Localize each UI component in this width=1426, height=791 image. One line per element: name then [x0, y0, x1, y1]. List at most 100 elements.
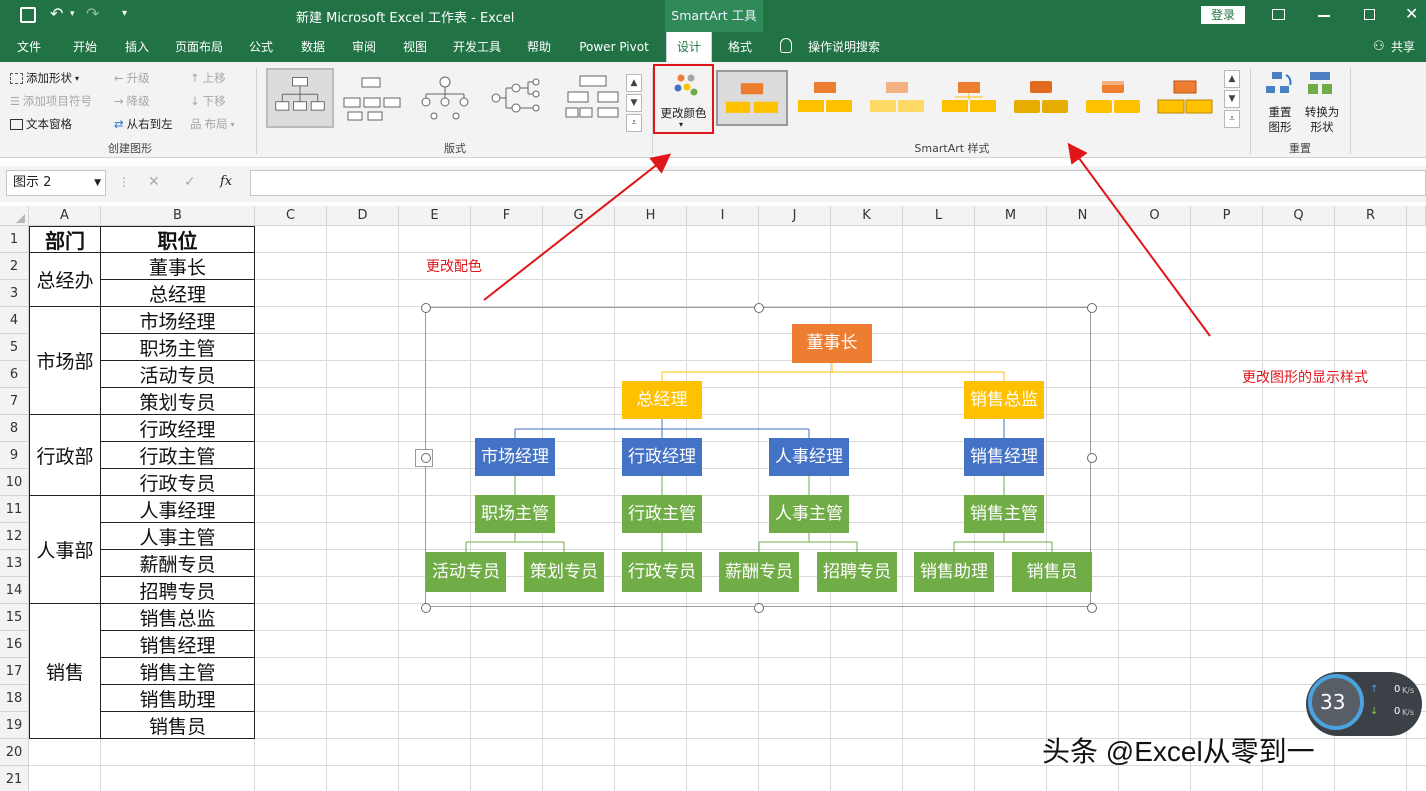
- row-header[interactable]: 13: [0, 550, 29, 577]
- column-header[interactable]: G: [543, 206, 615, 226]
- org-node-manager[interactable]: 销售经理: [964, 438, 1044, 476]
- position-cell[interactable]: 总经理: [101, 280, 255, 307]
- column-header[interactable]: E: [399, 206, 471, 226]
- org-node-supervisor[interactable]: 行政主管: [622, 495, 702, 533]
- select-all-corner[interactable]: [0, 206, 29, 226]
- close-icon[interactable]: ✕: [1405, 4, 1418, 23]
- org-node-staff[interactable]: 策划专员: [524, 552, 604, 592]
- name-box[interactable]: 图示 2 ▼: [6, 170, 106, 196]
- resize-handle[interactable]: [421, 453, 431, 463]
- org-node-staff[interactable]: 薪酬专员: [719, 552, 799, 592]
- position-cell[interactable]: 人事经理: [101, 496, 255, 523]
- layout-button[interactable]: 品布局 ▾: [190, 116, 235, 132]
- login-button[interactable]: 登录: [1201, 6, 1245, 24]
- org-node-sales-director[interactable]: 销售总监: [964, 381, 1044, 419]
- column-header[interactable]: J: [759, 206, 831, 226]
- text-pane-button[interactable]: 文本窗格: [10, 116, 72, 132]
- position-cell[interactable]: 策划专员: [101, 388, 255, 415]
- row-header[interactable]: 3: [0, 280, 29, 307]
- position-cell[interactable]: 销售助理: [101, 685, 255, 712]
- row-header[interactable]: 9: [0, 442, 29, 469]
- row-header[interactable]: 18: [0, 685, 29, 712]
- tab-data[interactable]: 数据: [292, 32, 334, 62]
- reset-graphic-button[interactable]: 重置 图形: [1258, 68, 1302, 134]
- row-header[interactable]: 14: [0, 577, 29, 604]
- position-cell[interactable]: 薪酬专员: [101, 550, 255, 577]
- style-thumbnail-simple-fill[interactable]: [716, 70, 788, 126]
- tab-view[interactable]: 视图: [394, 32, 436, 62]
- table-header-position[interactable]: 职位: [101, 226, 255, 253]
- undo-icon[interactable]: ↶: [50, 4, 63, 23]
- column-header[interactable]: M: [975, 206, 1047, 226]
- position-cell[interactable]: 销售经理: [101, 631, 255, 658]
- tab-design[interactable]: 设计: [666, 32, 712, 62]
- org-node-general-manager[interactable]: 总经理: [622, 381, 702, 419]
- tab-power-pivot[interactable]: Power Pivot: [574, 32, 654, 62]
- layout-thumbnail-horizontal-hierarchy[interactable]: [488, 72, 550, 124]
- position-cell[interactable]: 市场经理: [101, 307, 255, 334]
- row-header[interactable]: 21: [0, 766, 29, 791]
- styles-scroll-down-button[interactable]: ▼: [1224, 90, 1240, 108]
- layouts-scroll-up-button[interactable]: ▲: [626, 74, 642, 92]
- column-header[interactable]: P: [1191, 206, 1263, 226]
- org-node-supervisor[interactable]: 人事主管: [769, 495, 849, 533]
- org-node-manager[interactable]: 人事经理: [769, 438, 849, 476]
- org-node-staff[interactable]: 招聘专员: [817, 552, 897, 592]
- tab-page-layout[interactable]: 页面布局: [170, 32, 228, 62]
- position-cell[interactable]: 行政经理: [101, 415, 255, 442]
- row-header[interactable]: 15: [0, 604, 29, 631]
- position-cell[interactable]: 行政主管: [101, 442, 255, 469]
- department-cell[interactable]: 行政部: [29, 415, 101, 496]
- add-bullet-button[interactable]: ☰ 添加项目符号: [10, 93, 92, 109]
- column-header[interactable]: A: [29, 206, 101, 226]
- resize-handle[interactable]: [754, 603, 764, 613]
- change-colors-button[interactable]: 更改颜色 ▾: [653, 64, 714, 134]
- row-header[interactable]: 5: [0, 334, 29, 361]
- restore-icon[interactable]: [1364, 9, 1375, 20]
- layouts-more-button[interactable]: ⩡: [626, 114, 642, 132]
- column-header[interactable]: C: [255, 206, 327, 226]
- row-header[interactable]: 8: [0, 415, 29, 442]
- demote-button[interactable]: → 降级: [114, 93, 150, 109]
- column-header[interactable]: I: [687, 206, 759, 226]
- position-cell[interactable]: 销售总监: [101, 604, 255, 631]
- style-thumbnail-moderate-effect[interactable]: [938, 72, 1000, 124]
- style-thumbnail-inset[interactable]: [1154, 72, 1216, 124]
- column-header[interactable]: R: [1335, 206, 1407, 226]
- cancel-icon[interactable]: ✕: [148, 174, 160, 190]
- share-button[interactable]: 共享: [1387, 32, 1419, 62]
- layout-thumbnail-circle-hierarchy[interactable]: [414, 72, 476, 124]
- insert-function-icon[interactable]: fx: [220, 174, 232, 189]
- row-header[interactable]: 1: [0, 226, 29, 253]
- smartart-org-chart[interactable]: 董事长 总经理 销售总监 市场经理 行政经理 人事经理 销售经理 职场主管 行政主管 人事主管 销售…: [415, 303, 1097, 613]
- resize-handle[interactable]: [1087, 303, 1097, 313]
- move-up-button[interactable]: ↑ 上移: [190, 70, 226, 86]
- org-node-supervisor[interactable]: 销售主管: [964, 495, 1044, 533]
- row-header[interactable]: 20: [0, 739, 29, 766]
- customize-qat-icon[interactable]: ▾: [122, 8, 127, 19]
- formula-input[interactable]: [250, 170, 1426, 196]
- position-cell[interactable]: 招聘专员: [101, 577, 255, 604]
- style-thumbnail-white-outline[interactable]: [794, 72, 856, 124]
- org-node-staff[interactable]: 销售员: [1012, 552, 1092, 592]
- row-header[interactable]: 4: [0, 307, 29, 334]
- position-cell[interactable]: 销售员: [101, 712, 255, 739]
- column-header[interactable]: D: [327, 206, 399, 226]
- org-node-staff[interactable]: 行政专员: [622, 552, 702, 592]
- tab-review[interactable]: 审阅: [343, 32, 385, 62]
- position-cell[interactable]: 行政专员: [101, 469, 255, 496]
- department-cell[interactable]: 人事部: [29, 496, 101, 604]
- row-header[interactable]: 17: [0, 658, 29, 685]
- minimize-icon[interactable]: [1318, 15, 1330, 17]
- style-thumbnail-subtle-effect[interactable]: [866, 72, 928, 124]
- row-header[interactable]: 2: [0, 253, 29, 280]
- table-header-department[interactable]: 部门: [29, 226, 101, 253]
- style-thumbnail-polished[interactable]: [1082, 72, 1144, 124]
- org-node-manager[interactable]: 行政经理: [622, 438, 702, 476]
- tab-help[interactable]: 帮助: [518, 32, 560, 62]
- move-down-button[interactable]: ↓ 下移: [190, 93, 226, 109]
- resize-handle[interactable]: [421, 303, 431, 313]
- column-header[interactable]: K: [831, 206, 903, 226]
- column-header[interactable]: N: [1047, 206, 1119, 226]
- resize-handle[interactable]: [754, 303, 764, 313]
